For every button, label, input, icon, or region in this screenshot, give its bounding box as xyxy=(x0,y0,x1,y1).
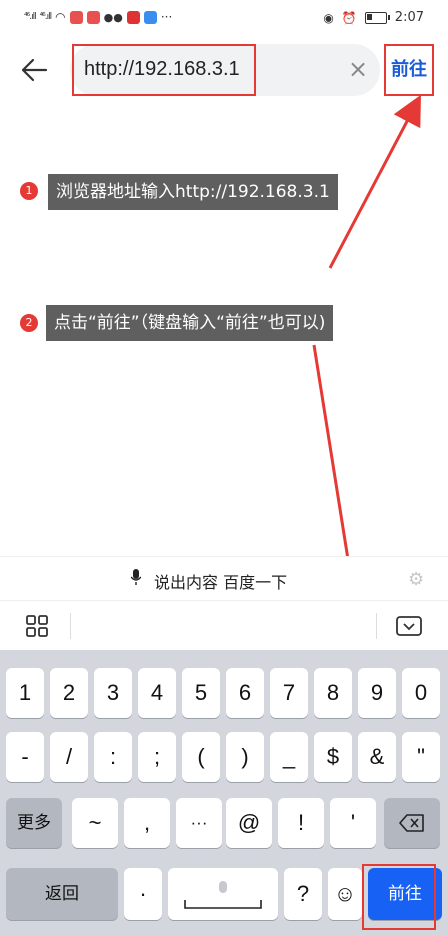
emoji-key[interactable]: ☺ xyxy=(328,868,362,920)
more-dots-icon: ··· xyxy=(160,10,173,24)
app-icon xyxy=(143,10,157,24)
app-icon xyxy=(126,10,140,24)
more-symbols-key[interactable]: 更多 xyxy=(6,798,62,848)
key-0[interactable]: 0 xyxy=(402,668,440,718)
keyboard-toolbar xyxy=(0,600,448,651)
key-tilde[interactable]: ~ xyxy=(72,798,118,848)
go-button[interactable]: 前往 xyxy=(384,44,434,96)
key-4[interactable]: 4 xyxy=(138,668,176,718)
wifi-icon: ◠ xyxy=(55,10,66,24)
key-1[interactable]: 1 xyxy=(6,668,44,718)
go-key-highlight-box xyxy=(362,864,436,930)
eye-icon: ◉ xyxy=(323,10,334,25)
signal-icon: ⁴⁶.ıll xyxy=(24,12,37,22)
key-exclamation[interactable]: ! xyxy=(278,798,324,848)
key-6[interactable]: 6 xyxy=(226,668,264,718)
key-semicolon[interactable]: ; xyxy=(138,732,176,782)
key-underscore[interactable]: _ xyxy=(270,732,308,782)
toolbar-divider xyxy=(70,613,71,639)
signal-icon: ⁴⁶.ıll xyxy=(39,12,53,22)
key-apostrophe[interactable]: ' xyxy=(330,798,376,848)
key-close-paren[interactable]: ) xyxy=(226,732,264,782)
key-5[interactable]: 5 xyxy=(182,668,220,718)
grid-menu-icon[interactable] xyxy=(26,615,48,637)
key-dollar[interactable]: $ xyxy=(314,732,352,782)
key-quote[interactable]: " xyxy=(402,732,440,782)
key-question[interactable]: ? xyxy=(284,868,322,920)
key-ampersand[interactable]: & xyxy=(358,732,396,782)
app-icon xyxy=(69,10,83,24)
url-highlight-box xyxy=(72,44,256,96)
step-number-1: 1 xyxy=(20,182,38,200)
microphone-icon xyxy=(131,569,141,585)
back-arrow-icon[interactable] xyxy=(18,54,50,86)
key-9[interactable]: 9 xyxy=(358,668,396,718)
back-key[interactable]: 返回 xyxy=(6,868,118,920)
step-2-callout: 点击“前往”（键盘输入“前往”也可以) xyxy=(46,305,334,341)
wechat-icon: ●● xyxy=(103,10,123,24)
key-hyphen[interactable]: - xyxy=(6,732,44,782)
key-colon[interactable]: : xyxy=(94,732,132,782)
backspace-icon xyxy=(399,814,424,832)
key-middle-dot[interactable]: · xyxy=(124,868,162,920)
voice-label: 说出内容 百度一下 xyxy=(154,573,288,592)
key-7[interactable]: 7 xyxy=(270,668,308,718)
status-bar: ⁴⁶.ıll ⁴⁶.ıll ◠ ●● ··· ◉ ⏰ 2:07 xyxy=(0,0,448,36)
settings-gear-icon[interactable]: ⚙ xyxy=(408,569,424,590)
key-open-paren[interactable]: ( xyxy=(182,732,220,782)
battery-icon xyxy=(364,11,390,24)
space-bar-icon xyxy=(184,881,262,909)
key-2[interactable]: 2 xyxy=(50,668,88,718)
key-ellipsis[interactable]: ··· xyxy=(176,798,222,848)
status-time: 2:07 xyxy=(394,10,424,25)
clear-icon[interactable]: × xyxy=(346,57,370,81)
app-icon xyxy=(86,10,100,24)
alarm-icon: ⏰ xyxy=(341,10,357,25)
voice-input-bar[interactable]: 说出内容 百度一下 ⚙ xyxy=(0,556,448,601)
toolbar-divider xyxy=(376,613,377,639)
hide-keyboard-icon[interactable] xyxy=(396,616,422,636)
arrow-to-go-button xyxy=(328,94,421,269)
key-at[interactable]: @ xyxy=(226,798,272,848)
space-key[interactable] xyxy=(168,868,278,920)
key-8[interactable]: 8 xyxy=(314,668,352,718)
key-comma[interactable]: , xyxy=(124,798,170,848)
emoji-icon: ☺ xyxy=(333,881,357,906)
key-3[interactable]: 3 xyxy=(94,668,132,718)
key-slash[interactable]: / xyxy=(50,732,88,782)
step-1-callout: 浏览器地址输入http://192.168.3.1 xyxy=(48,174,338,210)
step-number-2: 2 xyxy=(20,314,38,332)
backspace-key[interactable] xyxy=(384,798,440,848)
